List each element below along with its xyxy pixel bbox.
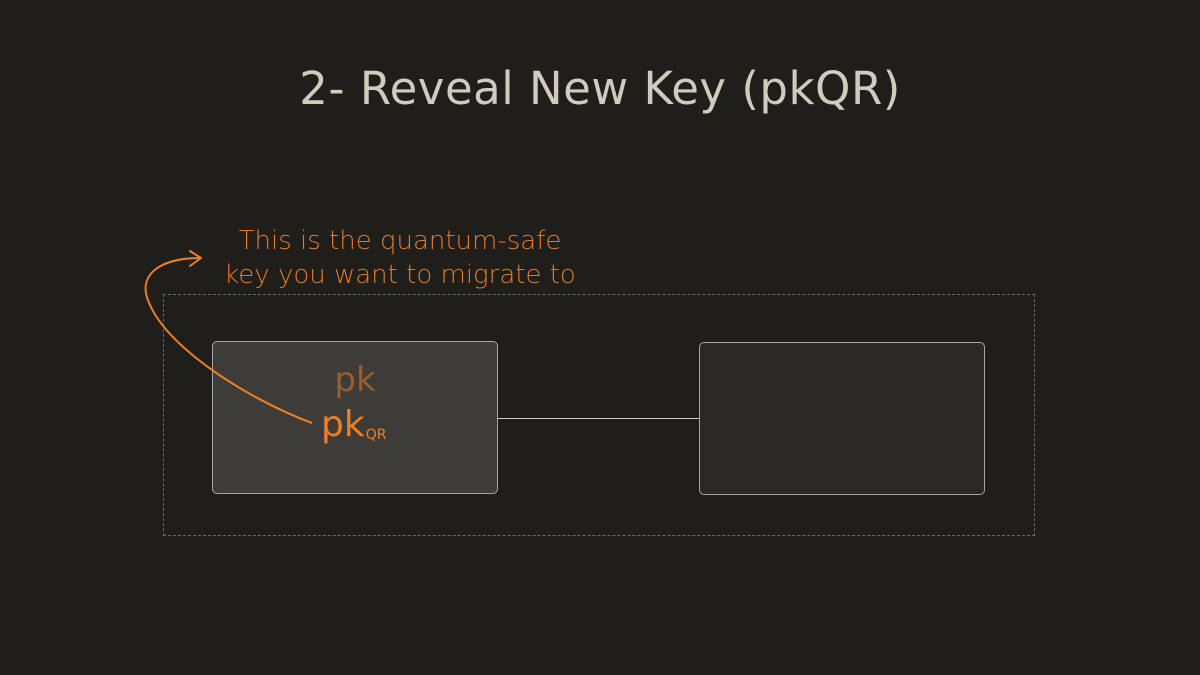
connector-line bbox=[498, 418, 699, 419]
target-box bbox=[699, 342, 985, 495]
annotation-line-2: key you want to migrate to bbox=[224, 260, 576, 290]
new-key-subscript: QR bbox=[365, 427, 387, 443]
key-box: pk pkQR bbox=[212, 341, 498, 494]
old-key-label: pk bbox=[334, 360, 376, 400]
new-key-main: pk bbox=[321, 404, 365, 445]
annotation-text: This is the quantum-safe key you want to… bbox=[190, 224, 610, 292]
slide-title: 2- Reveal New Key (pkQR) bbox=[299, 62, 901, 115]
new-key-label: pkQR bbox=[321, 404, 386, 445]
annotation-line-1: This is the quantum-safe bbox=[238, 226, 562, 256]
